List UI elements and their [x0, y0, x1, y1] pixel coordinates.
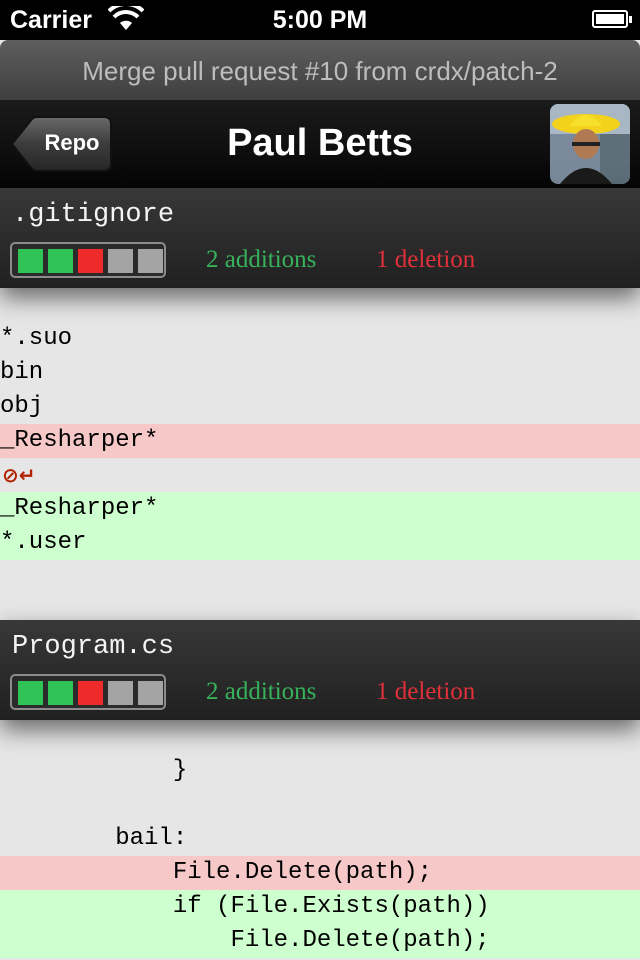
deletions-count: 1 deletion — [376, 246, 476, 273]
code-text: *.user — [0, 529, 87, 556]
navigation-bar: Repo Paul Betts — [0, 100, 640, 188]
diffstat-block-del — [78, 681, 103, 705]
added-line: _Resharper* — [0, 492, 640, 526]
diffstat-block-neutral — [108, 249, 133, 273]
code-text: File.Delete(path); — [0, 859, 433, 886]
added-line: *.user — [0, 526, 640, 560]
code-text: *.suo — [0, 325, 73, 352]
context-line: bin — [0, 356, 640, 390]
code-text: _Resharper* — [0, 427, 159, 454]
additions-count: 2 additions — [206, 246, 317, 273]
code-text: bin — [0, 359, 44, 386]
added-line: if (File.Exists(path)) — [0, 890, 640, 924]
code-text: File.Delete(path); — [0, 927, 490, 954]
diffstat-block-add — [48, 249, 73, 273]
deletions-count: 1 deletion — [376, 678, 476, 705]
clock: 5:00 PM — [272, 6, 368, 34]
commit-message-bar: Merge pull request #10 from crdx/patch-2 — [0, 40, 640, 100]
context-line: obj — [0, 390, 640, 424]
file-name: Program.cs — [12, 632, 175, 662]
context-line — [0, 788, 640, 822]
context-line: ⊘↵ — [0, 458, 640, 492]
context-line: bail: — [0, 822, 640, 856]
context-line: } — [0, 754, 640, 788]
diffstat-block-add — [18, 249, 43, 273]
file-header: Program.cs 2 additions 1 deletion — [0, 620, 640, 720]
diffstat-blocks — [10, 242, 166, 278]
page-title: Paul Betts — [227, 122, 413, 164]
diffstat-block-neutral — [138, 681, 163, 705]
code-text: if (File.Exists(path)) — [0, 893, 490, 920]
diffstat-block-neutral — [108, 681, 133, 705]
commit-message: Merge pull request #10 from crdx/patch-2 — [82, 56, 558, 86]
diffstat-block-add — [18, 681, 43, 705]
code-text: _Resharper* — [0, 495, 159, 522]
file-name: .gitignore — [12, 200, 175, 230]
status-bar: Carrier 5:00 PM — [0, 0, 640, 40]
code-text: } — [0, 757, 188, 784]
battery-icon — [592, 10, 632, 28]
diffstat-block-neutral — [138, 249, 163, 273]
diffstat-block-del — [78, 249, 103, 273]
context-line: *.suo — [0, 322, 640, 356]
additions-count: 2 additions — [206, 678, 317, 705]
deleted-line: _Resharper* — [0, 424, 640, 458]
code-text: obj — [0, 393, 44, 420]
added-line: File.Delete(path); — [0, 924, 640, 958]
diffstat-block-add — [48, 681, 73, 705]
file-header: .gitignore 2 additions 1 deletion — [0, 188, 640, 288]
code-text: bail: — [0, 825, 188, 852]
no-newline-icon: ⊘↵ — [2, 463, 36, 487]
deleted-line: File.Delete(path); — [0, 856, 640, 890]
diffstat-blocks — [10, 674, 166, 710]
avatar[interactable] — [550, 104, 630, 184]
